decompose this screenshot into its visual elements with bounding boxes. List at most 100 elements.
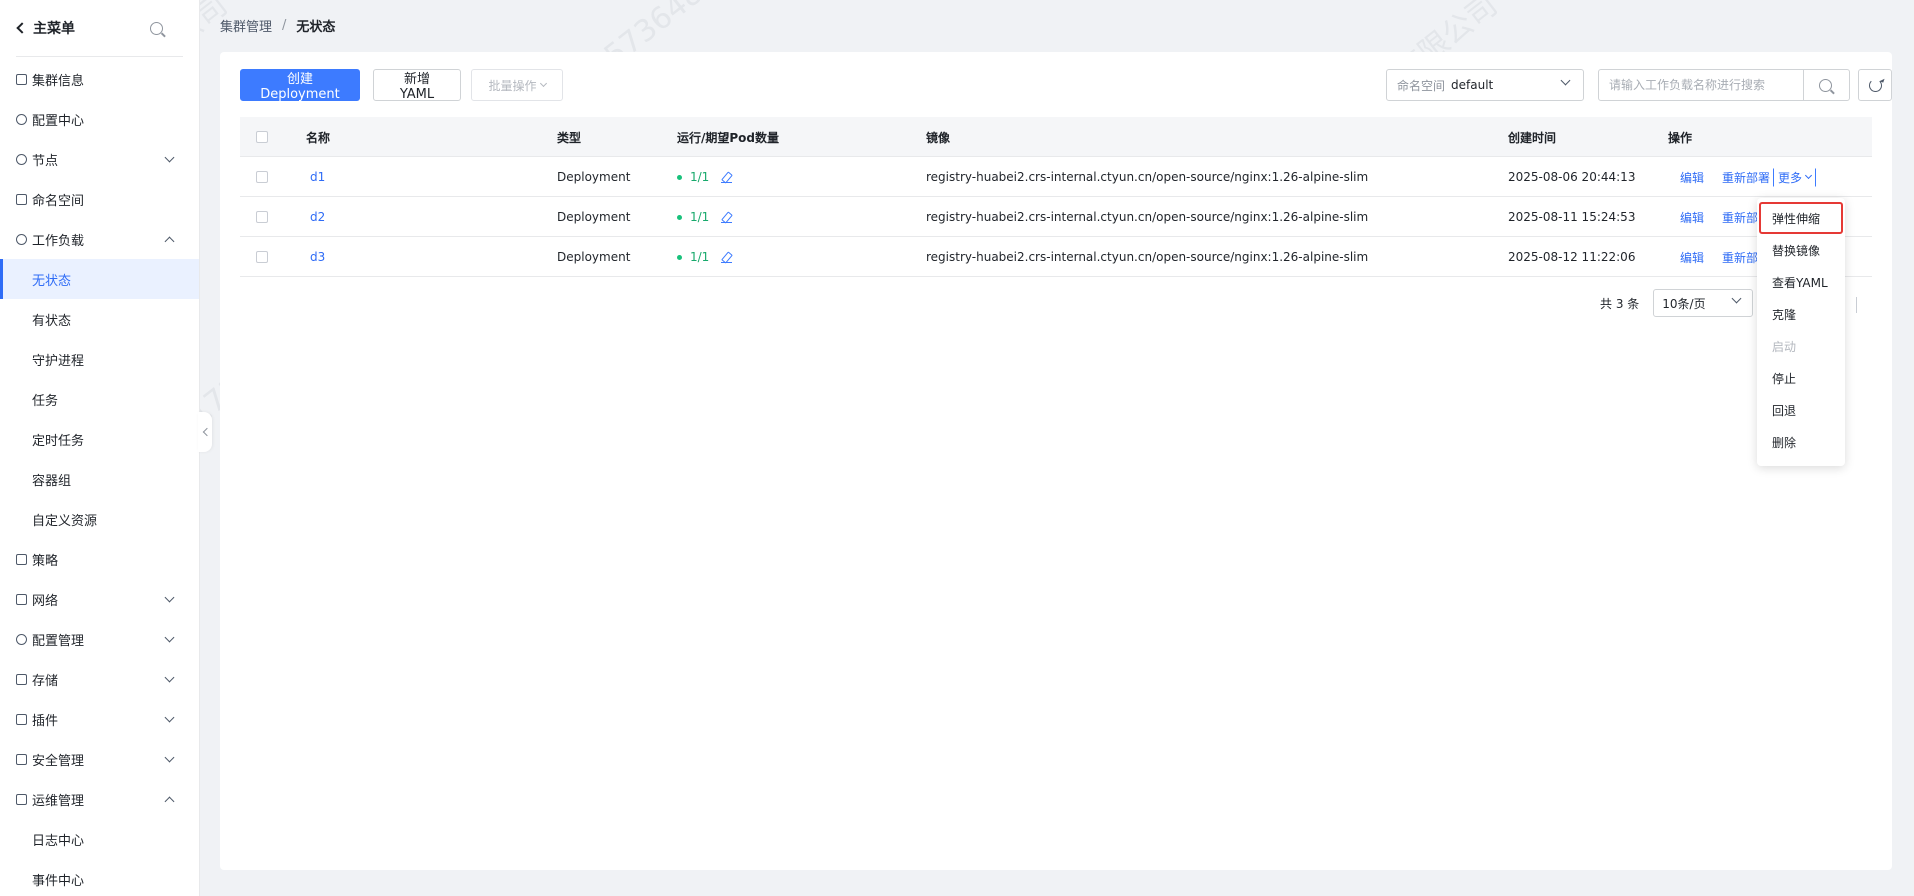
menu-item-start: 启动 bbox=[1772, 339, 1797, 354]
namespace-select-value: default bbox=[1451, 78, 1494, 92]
sidebar-item-label: 定时任务 bbox=[32, 433, 85, 449]
menu-item-clone[interactable]: 克隆 bbox=[1757, 298, 1845, 330]
sidebar-item-node[interactable]: 节点 bbox=[0, 139, 199, 179]
batch-operation-label: 批量操作 bbox=[488, 78, 537, 93]
edit-link[interactable]: 编辑 bbox=[1680, 209, 1704, 226]
sidebar-item-label: 运维管理 bbox=[32, 793, 85, 809]
row-checkbox[interactable] bbox=[256, 251, 268, 263]
sidebar-item-policy[interactable]: 策略 bbox=[0, 539, 199, 579]
sidebar-item-storage[interactable]: 存储 bbox=[0, 659, 199, 699]
sidebar-item-cluster-info[interactable]: 集群信息 bbox=[0, 59, 199, 99]
namespace-select[interactable]: 命名空间 default bbox=[1386, 69, 1584, 101]
workload-type: Deployment bbox=[557, 210, 631, 224]
menu-item-stop[interactable]: 停止 bbox=[1757, 362, 1845, 394]
table-header: 名称 类型 运行/期望Pod数量 镜像 创建时间 操作 bbox=[240, 117, 1872, 157]
add-yaml-button[interactable]: 新增YAML bbox=[373, 69, 461, 102]
next-page-button[interactable] bbox=[1856, 297, 1857, 313]
sidebar-item-label: 无状态 bbox=[32, 273, 72, 289]
config-mgmt-icon bbox=[16, 633, 27, 645]
create-deployment-button[interactable]: 创建Deployment bbox=[240, 69, 360, 102]
workload-image: registry-huabei2.crs-internal.ctyun.cn/o… bbox=[926, 170, 1369, 184]
config-center-icon bbox=[16, 113, 27, 125]
breadcrumb: 集群管理 / 无状态 bbox=[220, 16, 335, 35]
back-to-main-menu[interactable]: 主菜单 bbox=[16, 18, 75, 38]
sidebar-item-custom-resource[interactable]: 自定义资源 bbox=[0, 499, 199, 539]
search-button[interactable] bbox=[1803, 70, 1847, 100]
sidebar-item-workload[interactable]: 工作负载 bbox=[0, 219, 199, 259]
menu-item-autoscale[interactable]: 弹性伸缩 bbox=[1759, 202, 1843, 234]
workload-name-link[interactable]: d3 bbox=[310, 237, 325, 277]
sidebar-item-config-mgmt[interactable]: 配置管理 bbox=[0, 619, 199, 659]
search-icon bbox=[1819, 78, 1832, 92]
menu-item-delete[interactable]: 删除 bbox=[1757, 426, 1845, 458]
chevron-down-icon bbox=[539, 79, 547, 88]
edit-pencil-icon[interactable] bbox=[721, 252, 733, 263]
sidebar-collapse-toggle[interactable] bbox=[198, 412, 212, 452]
redeploy-link[interactable]: 重新部署 bbox=[1722, 169, 1770, 186]
sidebar: 主菜单 集群信息 配置中心 节点 命名空间 工作负载 无状态 有状态 守护进程 … bbox=[0, 0, 200, 896]
network-icon bbox=[16, 593, 27, 605]
table-row: d2 Deployment 1/1 registry-huabei2.crs-i… bbox=[240, 197, 1872, 237]
page-size-select[interactable]: 10条/页 bbox=[1653, 289, 1754, 317]
workload-image: registry-huabei2.crs-internal.ctyun.cn/o… bbox=[926, 210, 1369, 224]
sidebar-item-job[interactable]: 任务 bbox=[0, 379, 199, 419]
sidebar-item-namespace[interactable]: 命名空间 bbox=[0, 179, 199, 219]
breadcrumb-separator: / bbox=[282, 18, 287, 33]
workload-name-link[interactable]: d1 bbox=[310, 157, 325, 197]
sidebar-item-event-center[interactable]: 事件中心 bbox=[0, 859, 199, 896]
cluster-info-icon bbox=[16, 73, 27, 85]
workload-search-input[interactable] bbox=[1599, 70, 1803, 100]
sidebar-item-cronjob[interactable]: 定时任务 bbox=[0, 419, 199, 459]
running-status-dot bbox=[677, 254, 682, 260]
sidebar-item-stateful[interactable]: 有状态 bbox=[0, 299, 199, 339]
policy-icon bbox=[16, 553, 27, 565]
redeploy-link[interactable]: 重新部 bbox=[1722, 249, 1758, 266]
sidebar-item-log-center[interactable]: 日志中心 bbox=[0, 819, 199, 859]
storage-icon bbox=[16, 673, 27, 685]
row-checkbox[interactable] bbox=[256, 171, 268, 183]
sidebar-item-label: 有状态 bbox=[32, 313, 72, 329]
edit-link[interactable]: 编辑 bbox=[1680, 249, 1704, 266]
sidebar-item-network[interactable]: 网络 bbox=[0, 579, 199, 619]
sidebar-item-label: 任务 bbox=[32, 393, 59, 409]
sidebar-item-label: 工作负载 bbox=[32, 233, 85, 249]
sidebar-item-ops[interactable]: 运维管理 bbox=[0, 779, 199, 819]
sidebar-item-security[interactable]: 安全管理 bbox=[0, 739, 199, 779]
select-all-checkbox[interactable] bbox=[256, 131, 268, 143]
sidebar-item-daemonset[interactable]: 守护进程 bbox=[0, 339, 199, 379]
menu-item-rollback[interactable]: 回退 bbox=[1757, 394, 1845, 426]
workload-search bbox=[1598, 69, 1850, 101]
sidebar-item-stateless[interactable]: 无状态 bbox=[0, 259, 199, 299]
sidebar-item-plugin[interactable]: 插件 bbox=[0, 699, 199, 739]
row-checkbox[interactable] bbox=[256, 211, 268, 223]
more-actions-button[interactable]: 更多 bbox=[1773, 167, 1817, 187]
sidebar-title: 主菜单 bbox=[33, 21, 75, 37]
edit-pencil-icon[interactable] bbox=[721, 212, 733, 223]
table-row: d3 Deployment 1/1 registry-huabei2.crs-i… bbox=[240, 237, 1872, 277]
sidebar-item-config-center[interactable]: 配置中心 bbox=[0, 99, 199, 139]
running-status-dot bbox=[677, 214, 682, 220]
chevron-right-icon bbox=[1856, 297, 1857, 313]
sidebar-item-label: 策略 bbox=[32, 553, 59, 569]
batch-operation-button[interactable]: 批量操作 bbox=[471, 69, 563, 101]
more-actions-label: 更多 bbox=[1778, 170, 1803, 185]
search-icon[interactable] bbox=[150, 21, 163, 35]
menu-item-replace-image[interactable]: 替换镜像 bbox=[1757, 234, 1845, 266]
chevron-left-icon bbox=[202, 427, 211, 437]
table-row: d1 Deployment 1/1 registry-huabei2.crs-i… bbox=[240, 157, 1872, 197]
edit-pencil-icon[interactable] bbox=[721, 172, 733, 183]
plugin-icon bbox=[16, 713, 27, 725]
redeploy-link[interactable]: 重新部 bbox=[1722, 209, 1758, 226]
sidebar-item-label: 容器组 bbox=[32, 473, 72, 489]
sidebar-item-label: 自定义资源 bbox=[32, 513, 98, 529]
header-image: 镜像 bbox=[926, 130, 951, 145]
workload-name-link[interactable]: d2 bbox=[310, 197, 325, 237]
sidebar-item-label: 集群信息 bbox=[32, 73, 85, 89]
breadcrumb-current: 无状态 bbox=[296, 20, 336, 35]
edit-link[interactable]: 编辑 bbox=[1680, 169, 1704, 186]
chevron-down-icon bbox=[164, 632, 175, 642]
sidebar-item-pods[interactable]: 容器组 bbox=[0, 459, 199, 499]
breadcrumb-parent[interactable]: 集群管理 bbox=[220, 16, 272, 35]
refresh-button[interactable] bbox=[1858, 69, 1892, 101]
menu-item-view-yaml[interactable]: 查看YAML bbox=[1757, 266, 1845, 298]
